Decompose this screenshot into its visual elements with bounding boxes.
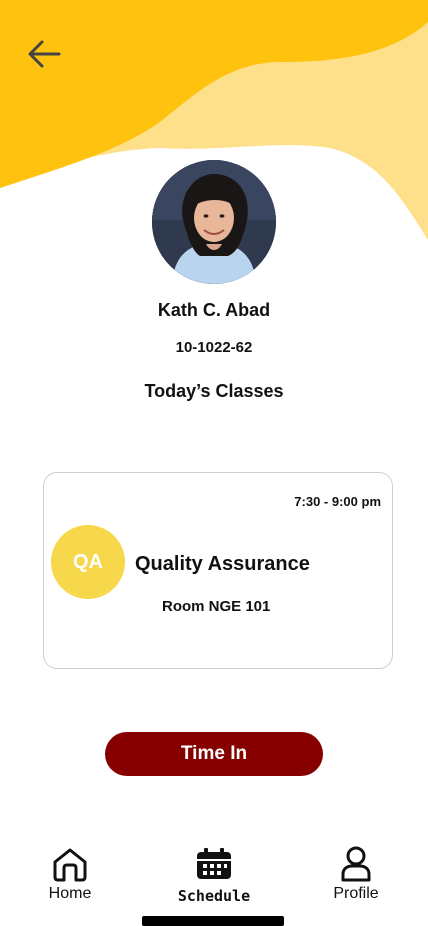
nav-label-profile: Profile	[333, 885, 379, 902]
nav-label-schedule: Schedule	[177, 887, 251, 905]
user-name: Kath C. Abad	[157, 300, 271, 320]
avatar	[152, 160, 276, 284]
user-icon	[336, 844, 376, 884]
class-title: Quality Assurance	[135, 553, 310, 575]
class-badge: QA	[51, 525, 125, 599]
nav-item-profile[interactable]: Profile	[296, 836, 416, 908]
calendar-icon	[194, 844, 234, 884]
section-title: Today’s Classes	[144, 381, 284, 401]
user-id: 10-1022-62	[175, 339, 253, 356]
nav-item-home[interactable]: Home	[10, 836, 130, 908]
class-time: 7:30 - 9:00 pm	[294, 494, 381, 509]
class-card[interactable]: 7:30 - 9:00 pm QA Quality Assurance Room…	[43, 472, 393, 669]
time-in-button[interactable]: Time In	[105, 732, 323, 776]
nav-item-schedule[interactable]: Schedule	[154, 836, 274, 908]
arrow-left-icon	[27, 39, 61, 74]
home-icon	[50, 844, 90, 884]
home-indicator	[142, 916, 284, 926]
bottom-nav: Home Schedule Profile	[0, 836, 428, 916]
nav-label-home: Home	[48, 885, 92, 902]
back-button[interactable]	[24, 36, 64, 76]
class-room: Room NGE 101	[162, 598, 271, 615]
